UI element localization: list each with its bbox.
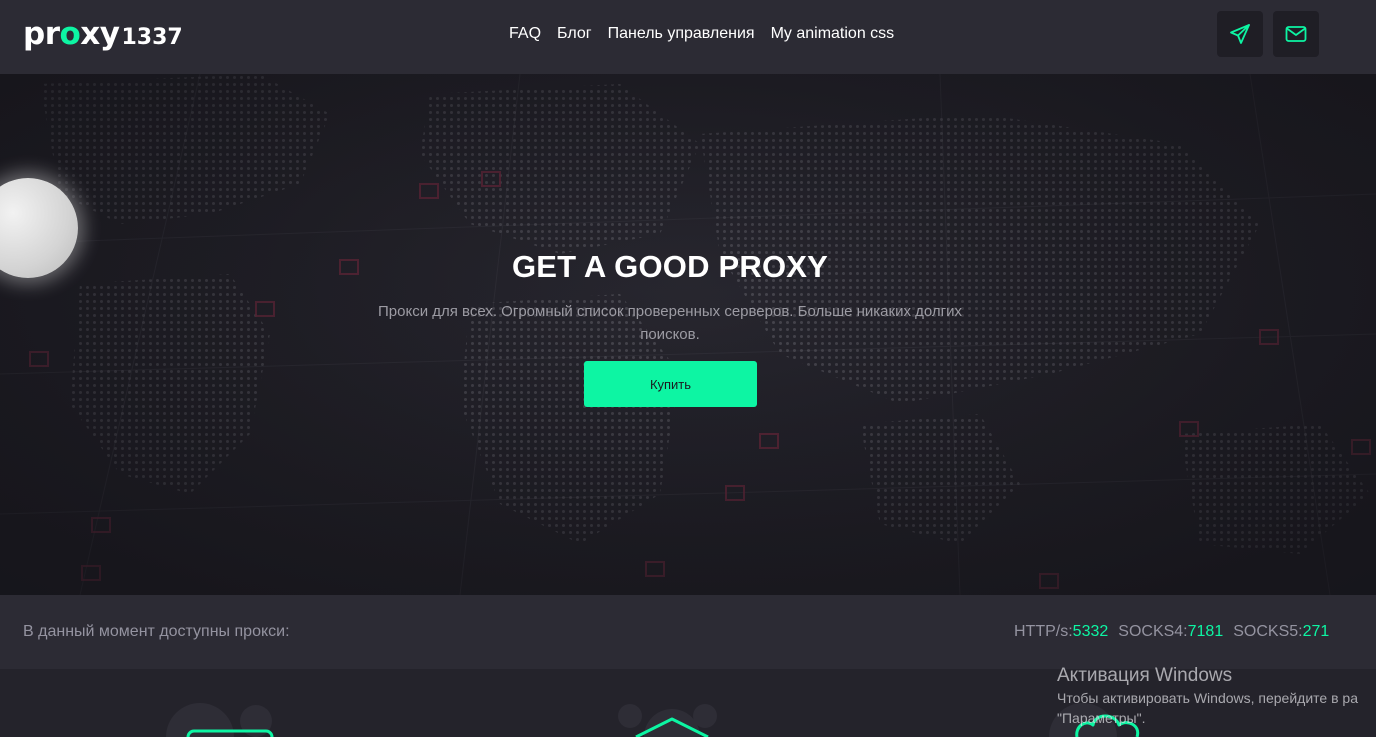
- hero-section: GET A GOOD PROXY Прокси для всех. Огромн…: [0, 74, 1376, 595]
- logo-wordmark: proxy: [23, 14, 120, 54]
- socks4-label: SOCKS4:: [1118, 623, 1188, 640]
- watermark-line-2: "Параметры".: [1057, 710, 1146, 726]
- http-count: 5332: [1072, 623, 1109, 640]
- socks4-count: 7181: [1187, 623, 1224, 640]
- mail-button[interactable]: [1273, 11, 1319, 57]
- socks5-count: 271: [1302, 623, 1330, 640]
- buy-button[interactable]: Купить: [584, 361, 757, 407]
- logo-number: 1337: [121, 25, 183, 50]
- nav-link-faq[interactable]: FAQ: [509, 24, 541, 44]
- socks5-label: SOCKS5:: [1233, 623, 1303, 640]
- logo-link[interactable]: proxy 1337: [23, 14, 183, 54]
- windows-activation-watermark: Активация Windows Чтобы активировать Win…: [1057, 664, 1376, 728]
- site-header: proxy 1337 FAQ Блог Панель управления My…: [0, 0, 1376, 74]
- nav-link-blog[interactable]: Блог: [557, 24, 592, 44]
- logo-part-accent: o: [59, 16, 81, 52]
- paper-plane-icon: [1230, 24, 1250, 44]
- logo-part-start: pr: [23, 16, 60, 52]
- main-nav: FAQ Блог Панель управления My animation …: [509, 24, 894, 44]
- stats-label: В данный момент доступны прокси:: [23, 623, 290, 640]
- hero-subtitle: Прокси для всех. Огромный список провере…: [378, 303, 962, 343]
- proxy-stats-bar: В данный момент доступны прокси: HTTP/s:…: [0, 595, 1376, 669]
- nav-link-animation-css[interactable]: My animation css: [771, 24, 895, 44]
- watermark-title: Активация Windows: [1057, 665, 1233, 686]
- stats-values: HTTP/s:5332 SOCKS4:7181 SOCKS5:271: [1014, 623, 1329, 641]
- feature-server-icon: [166, 703, 274, 737]
- envelope-icon: [1285, 26, 1307, 42]
- logo-part-end: xy: [80, 16, 120, 52]
- watermark-line-1: Чтобы активировать Windows, перейдите в …: [1057, 690, 1358, 706]
- http-label: HTTP/s:: [1014, 623, 1073, 640]
- hero-title: GET A GOOD PROXY: [511, 249, 829, 284]
- page: proxy 1337 FAQ Блог Панель управления My…: [0, 0, 1376, 737]
- telegram-button[interactable]: [1217, 11, 1263, 57]
- feature-shield-icon: [618, 704, 717, 737]
- nav-link-dashboard[interactable]: Панель управления: [608, 24, 755, 44]
